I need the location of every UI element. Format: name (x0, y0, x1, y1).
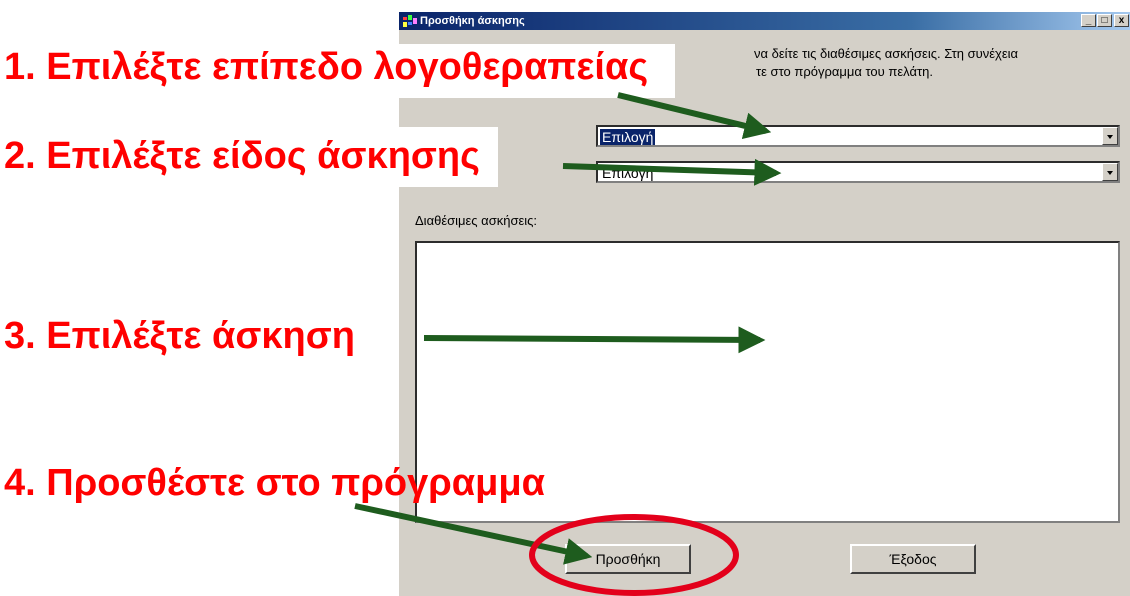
step-2-arrow (562, 158, 782, 186)
annotation-overlay (354, 92, 782, 596)
step-3-arrow (423, 326, 766, 354)
step-1-arrow (617, 92, 772, 140)
add-button-highlight-circle (529, 514, 739, 596)
